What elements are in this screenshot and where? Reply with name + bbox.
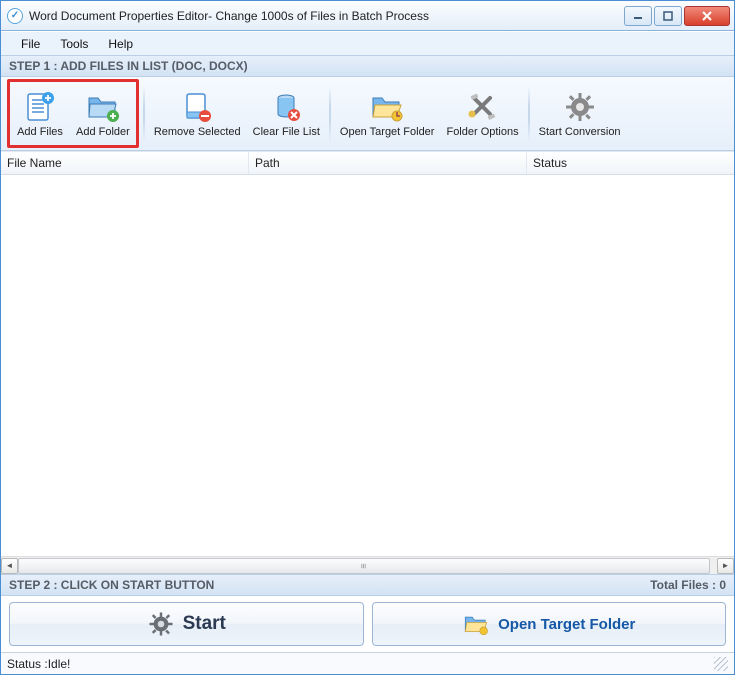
- titlebar: Word Document Properties Editor- Change …: [1, 1, 734, 31]
- open-target-folder-big-label: Open Target Folder: [498, 616, 635, 633]
- step2-header: STEP 2 : CLICK ON START BUTTON Total Fil…: [1, 574, 734, 596]
- separator-3: [528, 85, 530, 142]
- close-button[interactable]: [684, 6, 730, 26]
- list-header: File Name Path Status: [1, 151, 734, 175]
- minimize-button[interactable]: [624, 6, 652, 26]
- statusbar: Status : Idle!: [1, 652, 734, 674]
- open-target-folder-icon: [370, 90, 404, 124]
- add-folder-icon: [86, 90, 120, 124]
- horizontal-scrollbar[interactable]: ◄ ►: [1, 556, 734, 574]
- start-button[interactable]: Start: [9, 602, 364, 646]
- folder-options-icon: [466, 90, 500, 124]
- remove-selected-label: Remove Selected: [154, 126, 241, 138]
- separator-1: [143, 85, 145, 142]
- start-label: Start: [183, 613, 226, 635]
- open-target-folder-label: Open Target Folder: [340, 126, 435, 138]
- step1-label: STEP 1 : ADD FILES IN LIST (DOC, DOCX): [9, 59, 248, 73]
- menu-help[interactable]: Help: [98, 35, 143, 53]
- scroll-thumb[interactable]: [18, 558, 710, 574]
- clear-file-list-icon: [269, 90, 303, 124]
- window-title: Word Document Properties Editor- Change …: [29, 9, 622, 23]
- remove-selected-icon: [180, 90, 214, 124]
- menubar: File Tools Help: [1, 31, 734, 55]
- clear-file-list-label: Clear File List: [253, 126, 320, 138]
- minimize-icon: [633, 11, 643, 21]
- separator-2: [329, 85, 331, 142]
- folder-options-label: Folder Options: [446, 126, 518, 138]
- col-path[interactable]: Path: [249, 152, 527, 174]
- add-files-icon: [23, 90, 57, 124]
- start-conversion-button[interactable]: Start Conversion: [533, 77, 627, 150]
- col-status[interactable]: Status: [527, 152, 734, 174]
- app-icon: [7, 8, 23, 24]
- add-folder-label: Add Folder: [76, 126, 130, 138]
- add-files-button[interactable]: Add Files: [10, 84, 70, 143]
- maximize-button[interactable]: [654, 6, 682, 26]
- remove-selected-button[interactable]: Remove Selected: [148, 77, 247, 150]
- window: Word Document Properties Editor- Change …: [0, 0, 735, 675]
- open-target-folder-big-icon: [462, 611, 490, 637]
- status-label: Status :: [7, 657, 48, 671]
- col-file-name[interactable]: File Name: [1, 152, 249, 174]
- start-conversion-label: Start Conversion: [539, 126, 621, 138]
- scroll-left-button[interactable]: ◄: [1, 558, 18, 574]
- add-files-label: Add Files: [17, 126, 63, 138]
- open-target-folder-big-button[interactable]: Open Target Folder: [372, 602, 727, 646]
- add-folder-button[interactable]: Add Folder: [70, 84, 136, 143]
- open-target-folder-button[interactable]: Open Target Folder: [334, 77, 441, 150]
- scroll-track[interactable]: [18, 558, 717, 574]
- total-files-label: Total Files : 0: [214, 578, 726, 592]
- gear-run-icon: [147, 610, 175, 638]
- scroll-right-button[interactable]: ►: [717, 558, 734, 574]
- file-list[interactable]: [1, 175, 734, 556]
- maximize-icon: [663, 11, 673, 21]
- gear-icon: [563, 90, 597, 124]
- resize-grip[interactable]: [714, 657, 728, 671]
- step2-label: STEP 2 : CLICK ON START BUTTON: [9, 578, 214, 592]
- toolbar: Add Files Add Folder Remove Selected: [1, 77, 734, 151]
- menu-tools[interactable]: Tools: [50, 35, 98, 53]
- status-value: Idle!: [48, 657, 71, 671]
- clear-file-list-button[interactable]: Clear File List: [247, 77, 326, 150]
- step1-header: STEP 1 : ADD FILES IN LIST (DOC, DOCX): [1, 55, 734, 77]
- action-row: Start Open Target Folder: [1, 596, 734, 652]
- menu-file[interactable]: File: [11, 35, 50, 53]
- highlighted-group: Add Files Add Folder: [7, 79, 139, 148]
- folder-options-button[interactable]: Folder Options: [440, 77, 524, 150]
- close-icon: [701, 11, 713, 21]
